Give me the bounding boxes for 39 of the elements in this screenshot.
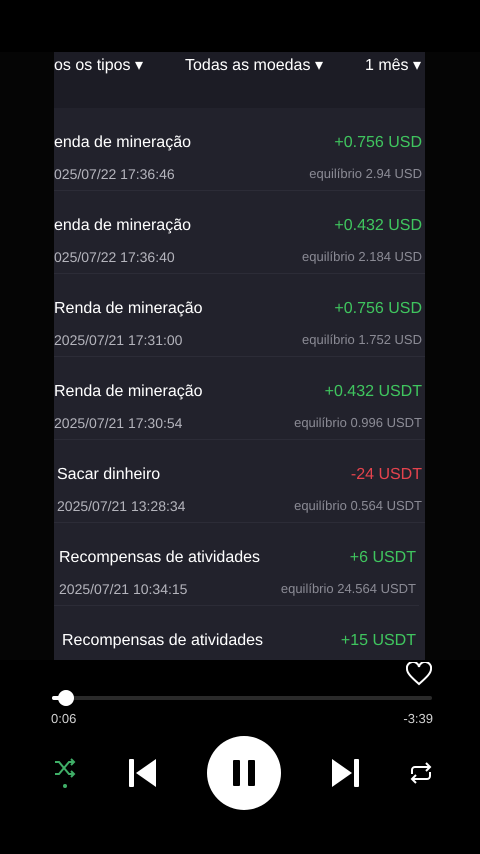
transaction-title: Recompensas de atividades — [59, 548, 260, 568]
balance-text: equilíbrio 0.996 USDT — [294, 414, 422, 432]
balance-text: equilíbrio 2.94 USD — [309, 165, 422, 183]
transaction-title: Recompensas de atividades — [62, 631, 264, 651]
transaction-date: 2025/07/21 17:30:54 — [54, 414, 184, 433]
transaction-date: 2025/07/21 13:28:34 — [57, 497, 186, 516]
heart-icon[interactable] — [406, 662, 432, 686]
balance-text: equilíbrio 24.564 USDT — [280, 580, 416, 598]
transaction-amount: +0.432 USD — [334, 216, 422, 236]
transaction-date: 025/07/22 17:36:40 — [54, 248, 176, 267]
transaction-amount: +0.756 USD — [334, 133, 422, 153]
pause-icon — [232, 760, 256, 786]
repeat-icon[interactable] — [408, 762, 434, 784]
progress-slider[interactable] — [52, 690, 432, 706]
transaction-title: Renda de mineração — [54, 299, 203, 319]
skip-back-icon[interactable] — [128, 758, 158, 788]
filter-dropdown[interactable]: os os tipos ▾ — [54, 54, 143, 78]
transaction-amount: -24 USDT — [350, 465, 422, 485]
transaction-amount: +0.432 USDT — [324, 382, 422, 402]
remaining-time: -3:39 — [403, 710, 433, 728]
filter-dropdown[interactable]: 1 mês ▾ — [364, 54, 421, 78]
transaction-amount: +6 USDT — [350, 548, 416, 568]
progress-thumb[interactable] — [58, 690, 74, 706]
transaction-date: 2025/07/21 17:31:00 — [54, 331, 184, 350]
elapsed-time: 0:06 — [51, 710, 76, 728]
transaction-amount: +0.756 USD — [334, 299, 422, 319]
balance-text: equilíbrio 0.564 USDT — [294, 497, 422, 515]
transaction-title: enda de mineração — [54, 133, 191, 153]
filter-dropdown[interactable]: Todas as moedas ▾ — [185, 54, 323, 78]
balance-text: equilíbrio 1.752 USD — [302, 331, 422, 349]
skip-forward-icon[interactable] — [330, 758, 360, 788]
transaction-title: Sacar dinheiro — [57, 465, 162, 485]
transaction-amount: +15 USDT — [340, 631, 416, 651]
transaction-title: Renda de mineração — [54, 382, 203, 402]
transaction-date: 2025/07/21 10:34:15 — [59, 580, 188, 599]
transaction-title: enda de mineração — [54, 216, 191, 236]
shuffle-icon[interactable] — [54, 758, 76, 778]
balance-text: equilíbrio 2.184 USD — [302, 248, 422, 266]
transaction-date: 025/07/22 17:36:46 — [54, 165, 176, 184]
